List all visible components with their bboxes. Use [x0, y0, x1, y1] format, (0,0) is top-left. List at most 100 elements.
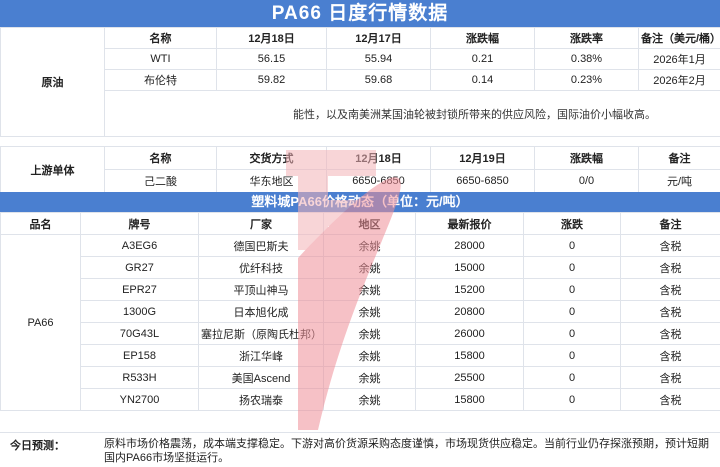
- table-row: 1300G 日本旭化成 余姚 20800 0 含税: [1, 300, 720, 323]
- upstream-header-note: 备注: [638, 146, 720, 170]
- crude-cell: 布伦特: [104, 69, 217, 91]
- table-row: WTI 56.15 55.94 0.21 0.38% 2026年1月: [1, 48, 720, 70]
- pa66-cell: 德国巴斯夫: [198, 234, 324, 257]
- pa66-cell: 含税: [620, 234, 720, 257]
- page-title: PA66 日度行情数据: [0, 0, 720, 27]
- pa66-cell: 15800: [415, 388, 524, 411]
- upstream-section-label: 上游单体: [0, 146, 105, 193]
- pa66-cell: 含税: [620, 256, 720, 279]
- upstream-header-name: 名称: [104, 146, 217, 170]
- crude-cell: 55.94: [326, 48, 431, 70]
- crude-header-rate: 涨跌率: [534, 27, 639, 49]
- crude-header-row: 原油 名称 12月18日 12月17日 涨跌幅 涨跌率 备注（美元/桶）: [0, 27, 720, 137]
- pa66-cell: 平顶山神马: [198, 278, 324, 301]
- pa66-cell: 0: [523, 322, 621, 345]
- pa66-cell: 0: [523, 300, 621, 323]
- pa66-cell: 美国Ascend: [198, 366, 324, 389]
- pa66-cell: 0: [523, 388, 621, 411]
- pa66-cell: 余姚: [323, 278, 416, 301]
- table-row: EPR27 平顶山神马 余姚 15200 0 含税: [1, 278, 720, 301]
- upstream-header-row: 上游单体 名称 交货方式 12月18日 12月19日 涨跌幅 备注: [0, 146, 720, 193]
- table-row: YN2700 扬农瑞泰 余姚 15800 0 含税: [1, 388, 720, 411]
- pa66-header-note: 备注: [620, 212, 720, 235]
- upstream-cell: 华东地区: [216, 169, 327, 193]
- table-row: 布伦特 59.82 59.68 0.14 0.23% 2026年2月: [1, 69, 720, 91]
- pa66-section-title: 塑料城PA66价格动态（单位：元/吨）: [0, 192, 720, 212]
- pa66-cell: 0: [523, 278, 621, 301]
- upstream-header-change: 涨跌幅: [534, 146, 639, 170]
- pa66-cell: 15800: [415, 344, 524, 367]
- pa66-cell: 余姚: [323, 234, 416, 257]
- crude-note: 能性，以及南美洲某国油轮被封锁所带来的供应风险，国际油价小幅收高。: [104, 90, 720, 137]
- upstream-cell: 元/吨: [638, 169, 720, 193]
- pa66-cell: A3EG6: [80, 234, 199, 257]
- crude-cell: 2026年1月: [638, 48, 720, 70]
- pa66-cell: 含税: [620, 322, 720, 345]
- pa66-cell: R533H: [80, 366, 199, 389]
- crude-cell: 0.23%: [534, 69, 639, 91]
- pa66-cell: 含税: [620, 278, 720, 301]
- table-row: EP158 浙江华峰 余姚 15800 0 含税: [1, 344, 720, 367]
- pa66-cell: 70G43L: [80, 322, 199, 345]
- pa66-cell: 日本旭化成: [198, 300, 324, 323]
- pa66-cell: 塞拉尼斯（原陶氏杜邦）: [198, 322, 324, 345]
- pa66-cell: 扬农瑞泰: [198, 388, 324, 411]
- upstream-cell: 0/0: [534, 169, 639, 193]
- crude-cell: WTI: [104, 48, 217, 70]
- pa66-cell: 浙江华峰: [198, 344, 324, 367]
- crude-header-name: 名称: [104, 27, 217, 49]
- pa66-cell: GR27: [80, 256, 199, 279]
- crude-cell: 59.68: [326, 69, 431, 91]
- upstream-header-date1: 12月18日: [326, 146, 431, 170]
- crude-cell: 0.14: [430, 69, 535, 91]
- crude-note-row: 能性，以及南美洲某国油轮被封锁所带来的供应风险，国际油价小幅收高。: [1, 90, 720, 137]
- forecast-label: 今日预测：: [10, 440, 65, 452]
- pa66-cell: 含税: [620, 366, 720, 389]
- pa66-header-product: 品名: [0, 212, 81, 235]
- crude-header-change: 涨跌幅: [430, 27, 535, 49]
- pa66-price-table: 品名 牌号 厂家 地区 最新报价 涨跌 备注 PA66 A3EG6 德国巴斯夫 …: [0, 212, 720, 411]
- forecast-text: 原料市场价格震荡，成本端支撑稳定。下游对高价货源采购态度谨慎，市场现货供应稳定。…: [104, 438, 709, 464]
- pa66-header-region: 地区: [323, 212, 416, 235]
- pa66-cell: 余姚: [323, 344, 416, 367]
- pa66-header-grade: 牌号: [80, 212, 199, 235]
- pa66-cell: 余姚: [323, 388, 416, 411]
- pa66-cell: 20800: [415, 300, 524, 323]
- pa66-cell: 含税: [620, 388, 720, 411]
- pa66-header-change: 涨跌: [523, 212, 621, 235]
- pa66-header-maker: 厂家: [198, 212, 324, 235]
- pa66-cell: 28000: [415, 234, 524, 257]
- pa66-cell: 25500: [415, 366, 524, 389]
- pa66-cell: EPR27: [80, 278, 199, 301]
- forecast-section: 今日预测： 原料市场价格震荡，成本端支撑稳定。下游对高价货源采购态度谨慎，市场现…: [0, 432, 720, 467]
- upstream-header-delivery: 交货方式: [216, 146, 327, 170]
- pa66-header-row: 品名 牌号 厂家 地区 最新报价 涨跌 备注: [0, 212, 720, 235]
- upstream-cell: 6650-6850: [326, 169, 431, 193]
- pa66-cell: 余姚: [323, 300, 416, 323]
- pa66-cell: 余姚: [323, 256, 416, 279]
- crude-header-date1: 12月18日: [216, 27, 327, 49]
- crude-cell: 0.21: [430, 48, 535, 70]
- pa66-cell: 0: [523, 366, 621, 389]
- crude-section-label: 原油: [0, 27, 105, 137]
- upstream-cell: 己二酸: [104, 169, 217, 193]
- crude-cell: 59.82: [216, 69, 327, 91]
- pa66-cell: 15000: [415, 256, 524, 279]
- pa66-cell: 1300G: [80, 300, 199, 323]
- pa66-product-cell: PA66: [0, 234, 81, 411]
- table-row: 70G43L 塞拉尼斯（原陶氏杜邦） 余姚 26000 0 含税: [1, 322, 720, 345]
- crude-cell: 0.38%: [534, 48, 639, 70]
- crude-header-date2: 12月17日: [326, 27, 431, 49]
- crude-cell: 56.15: [216, 48, 327, 70]
- pa66-cell: 0: [523, 344, 621, 367]
- crude-cell: 2026年2月: [638, 69, 720, 91]
- pa66-cell: YN2700: [80, 388, 199, 411]
- upstream-cell: 6650-6850: [430, 169, 535, 193]
- crude-header-note: 备注（美元/桶）: [638, 27, 720, 49]
- table-row: GR27 优纤科技 余姚 15000 0 含税: [1, 256, 720, 279]
- pa66-cell: 含税: [620, 344, 720, 367]
- pa66-cell: 优纤科技: [198, 256, 324, 279]
- pa66-cell: 余姚: [323, 322, 416, 345]
- pa66-cell: 0: [523, 234, 621, 257]
- pa66-cell: 15200: [415, 278, 524, 301]
